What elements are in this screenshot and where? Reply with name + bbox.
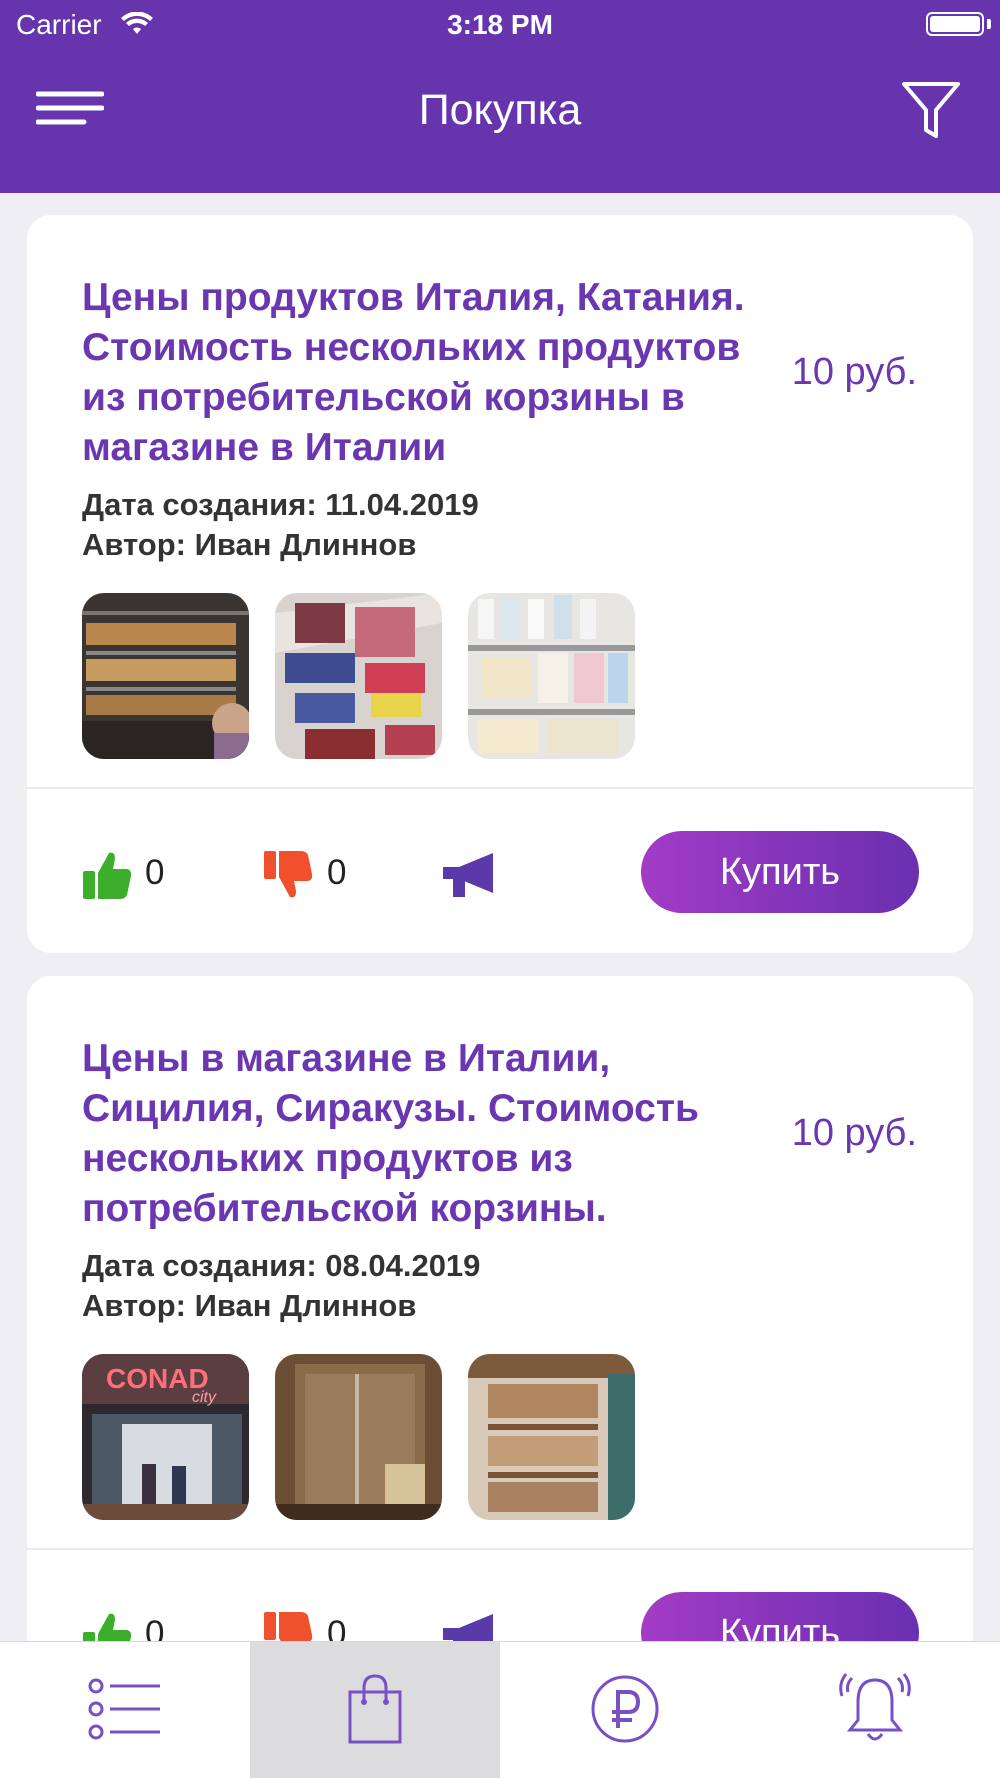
status-bar: Carrier 3:18 PM (0, 0, 1000, 50)
card-title[interactable]: Цены в магазине в Италии, Сицилия, Сирак… (82, 1034, 782, 1234)
tab-notifications[interactable] (750, 1642, 1000, 1778)
filter-button[interactable] (900, 80, 962, 142)
store-sign-subtext: city (192, 1389, 217, 1406)
photo-thumbnail[interactable] (468, 1354, 635, 1520)
thumbs-up-icon[interactable] (81, 849, 133, 901)
card-title[interactable]: Цены продуктов Италия, Катания. Стоимост… (82, 273, 782, 473)
app-header: Carrier 3:18 PM Покупка (0, 0, 1000, 193)
thumbs-down-icon[interactable] (262, 849, 314, 901)
buy-button[interactable]: Купить (641, 831, 919, 913)
menu-button[interactable] (35, 90, 105, 130)
card-price: 10 руб. (791, 1112, 917, 1154)
card-author: Автор: Иван Длиннов (82, 1288, 417, 1323)
photo-thumbnail[interactable] (468, 593, 635, 759)
card-actions: 0 0 Купить (27, 789, 973, 953)
card-author: Автор: Иван Длиннов (82, 527, 417, 562)
tab-payments[interactable] (500, 1642, 750, 1778)
list-icon (88, 1678, 160, 1740)
card-date: Дата создания: 08.04.2019 (82, 1248, 481, 1283)
filter-icon (902, 82, 960, 138)
purchase-card[interactable]: Цены продуктов Италия, Катания. Стоимост… (27, 215, 973, 953)
photo-thumbnail[interactable]: CONAD city (82, 1354, 249, 1520)
card-date: Дата создания: 11.04.2019 (82, 487, 479, 522)
purchase-card[interactable]: Цены в магазине в Италии, Сицилия, Сирак… (27, 976, 973, 1696)
photo-thumbnail[interactable] (275, 1354, 442, 1520)
photo-thumbnail[interactable] (275, 593, 442, 759)
battery-icon (926, 12, 984, 36)
card-price: 10 руб. (791, 351, 917, 393)
clock-time: 3:18 PM (447, 9, 553, 40)
page-title: Покупка (418, 86, 582, 134)
tab-list[interactable] (0, 1642, 250, 1778)
like-count: 0 (145, 853, 165, 892)
menu-icon (35, 91, 105, 125)
bell-icon (839, 1673, 911, 1741)
ruble-icon (591, 1675, 659, 1743)
bottom-tab-bar (0, 1641, 1000, 1778)
megaphone-icon[interactable] (441, 851, 495, 899)
dislike-count: 0 (327, 853, 347, 892)
tab-purchase[interactable] (250, 1642, 500, 1778)
photo-thumbnail[interactable] (82, 593, 249, 759)
shopping-bag-icon (348, 1674, 402, 1744)
